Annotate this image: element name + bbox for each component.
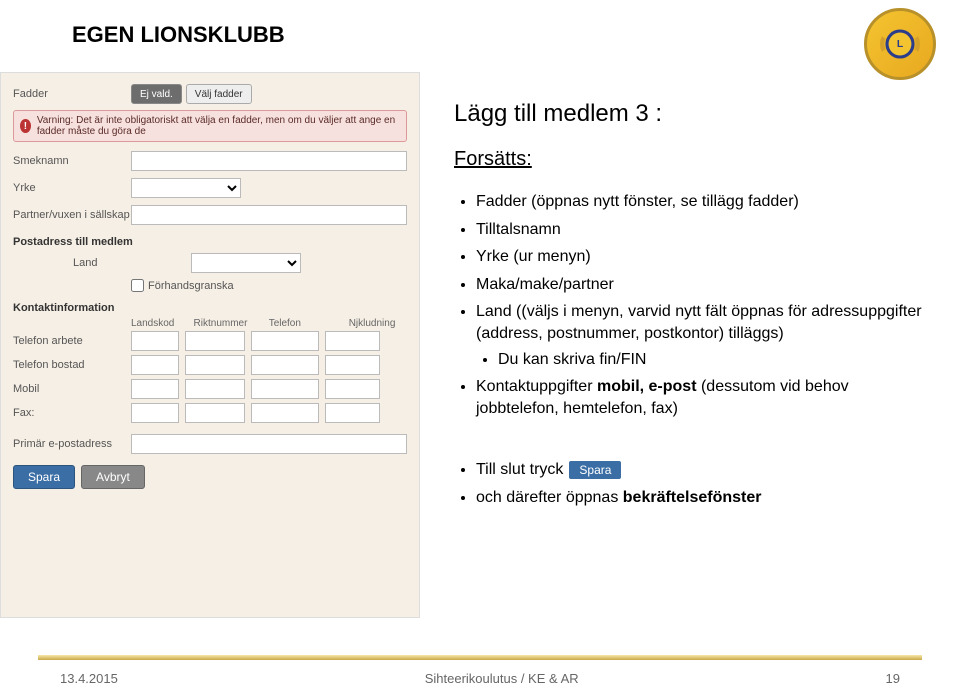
footer-center: Sihteerikoulutus / KE & AR <box>425 671 579 686</box>
fax-ac[interactable] <box>185 403 245 423</box>
valj-fadder-button[interactable]: Välj fadder <box>186 84 252 104</box>
list-item: Yrke (ur menyn) <box>476 246 924 268</box>
tel-arbete-ext[interactable] <box>325 331 380 351</box>
tel-arbete-ph[interactable] <box>251 331 319 351</box>
yrke-label: Yrke <box>13 182 131 194</box>
fadder-warning: ! Varning: Det är inte obligatoriskt att… <box>13 110 407 142</box>
lower-instruction-list: Till slut tryckSpara och därefter öppnas… <box>454 459 924 508</box>
fax-label: Fax: <box>13 407 131 419</box>
mobil-ph[interactable] <box>251 379 319 399</box>
contact-column-headers: Landskod Riktnummer Telefon Njkludning <box>13 318 407 329</box>
avbryt-button[interactable]: Avbryt <box>81 465 145 489</box>
forhand-label: Förhandsgranska <box>148 280 234 292</box>
page-title: EGEN LIONSKLUBB <box>72 22 285 48</box>
instruction-content: Lägg till medlem 3 : Forsätts: Fadder (ö… <box>454 100 924 515</box>
tel-arbete-cc[interactable] <box>131 331 179 351</box>
footer-divider <box>38 655 922 660</box>
footer-page: 19 <box>886 671 900 686</box>
yrke-select[interactable] <box>131 178 241 198</box>
spara-chip: Spara <box>569 461 621 479</box>
warning-icon: ! <box>20 119 31 133</box>
tel-bostad-ext[interactable] <box>325 355 380 375</box>
member-form-panel: Fadder Ej vald. Välj fadder ! Varning: D… <box>0 72 420 618</box>
instruction-list: Fadder (öppnas nytt fönster, se tillägg … <box>454 191 924 419</box>
smeknamn-label: Smeknamn <box>13 155 131 167</box>
ej-vald-button[interactable]: Ej vald. <box>131 84 182 104</box>
email-label: Primär e-postadress <box>13 438 131 450</box>
list-item: och därefter öppnas bekräftelsefönster <box>476 487 924 509</box>
partner-label: Partner/vuxen i sällskap <box>13 209 131 221</box>
fax-cc[interactable] <box>131 403 179 423</box>
fax-ph[interactable] <box>251 403 319 423</box>
list-item: Maka/make/partner <box>476 274 924 296</box>
tel-bostad-ph[interactable] <box>251 355 319 375</box>
mobil-label: Mobil <box>13 383 131 395</box>
tel-bostad-ac[interactable] <box>185 355 245 375</box>
email-input[interactable] <box>131 434 407 454</box>
smeknamn-input[interactable] <box>131 151 407 171</box>
tel-arbete-ac[interactable] <box>185 331 245 351</box>
footer-date: 13.4.2015 <box>60 671 118 686</box>
list-item: Tilltalsnamn <box>476 219 924 241</box>
list-item: Kontaktuppgifter mobil, e-post (dessutom… <box>476 376 924 419</box>
warning-text: Varning: Det är inte obligatoriskt att v… <box>37 115 400 137</box>
land-label: Land <box>13 257 191 269</box>
list-item: Fadder (öppnas nytt fönster, se tillägg … <box>476 191 924 213</box>
tel-bostad-cc[interactable] <box>131 355 179 375</box>
kontakt-header: Kontaktinformation <box>13 302 407 314</box>
content-heading: Lägg till medlem 3 : <box>454 100 924 128</box>
land-select[interactable] <box>191 253 301 273</box>
content-subheading: Forsätts: <box>454 148 924 171</box>
list-item: Land ((väljs i menyn, varvid nytt fält ö… <box>476 301 924 370</box>
mobil-ac[interactable] <box>185 379 245 399</box>
mobil-ext[interactable] <box>325 379 380 399</box>
fadder-label: Fadder <box>13 88 131 100</box>
tel-bostad-label: Telefon bostad <box>13 359 131 371</box>
list-item: Till slut tryckSpara <box>476 459 924 481</box>
postadress-header: Postadress till medlem <box>13 236 407 248</box>
mobil-cc[interactable] <box>131 379 179 399</box>
partner-input[interactable] <box>131 205 407 225</box>
fax-ext[interactable] <box>325 403 380 423</box>
forhand-checkbox[interactable] <box>131 279 144 292</box>
footer: 13.4.2015 Sihteerikoulutus / KE & AR 19 <box>60 671 900 686</box>
tel-arbete-label: Telefon arbete <box>13 335 131 347</box>
lions-logo: L <box>864 8 936 80</box>
spara-button[interactable]: Spara <box>13 465 75 489</box>
svg-text:L: L <box>897 39 904 50</box>
list-subitem: Du kan skriva fin/FIN <box>498 349 924 371</box>
